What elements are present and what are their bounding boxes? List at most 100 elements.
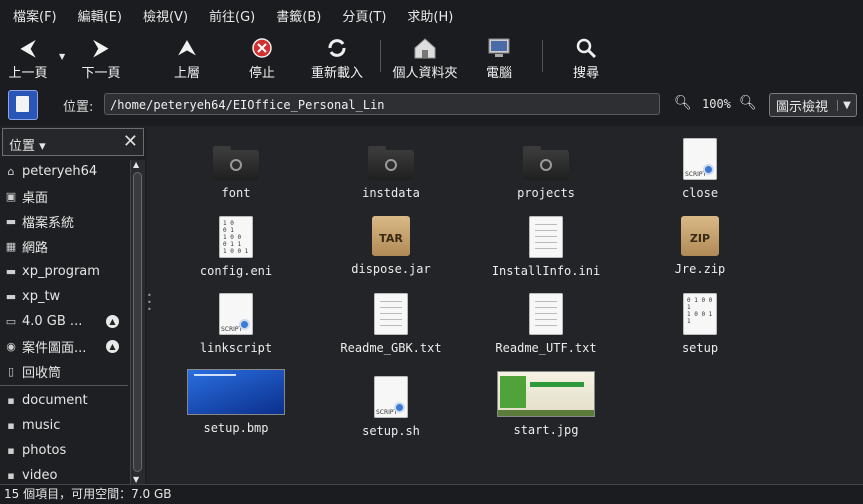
folder-icon: ▪: [7, 469, 15, 482]
file-item[interactable]: SCRIPT close: [623, 138, 777, 200]
file-item[interactable]: Readme_GBK.txt: [314, 293, 468, 355]
sidebar-header[interactable]: 位置 ▾ ✕: [2, 128, 144, 156]
view-mode-label: 圖示檢視: [776, 99, 829, 115]
folder-icon: ▪: [7, 419, 15, 432]
stop-button[interactable]: 停止: [241, 34, 283, 81]
search-button[interactable]: 搜尋: [568, 34, 604, 81]
desktop-icon: ▣: [5, 190, 17, 203]
sidebar-item-home[interactable]: ⌂ peteryeh64: [0, 159, 130, 184]
zip-archive-icon: ZIP: [681, 216, 719, 256]
script-file-icon: SCRIPT: [683, 138, 717, 180]
binary-file-icon: 0 1 0 0 11 0 0 1 1: [683, 293, 717, 335]
text-file-icon: [529, 216, 563, 258]
location-label: 位置:: [63, 100, 94, 115]
search-icon: [574, 34, 598, 62]
eject-icon[interactable]: ▲: [106, 340, 119, 353]
file-item[interactable]: 0 1 0 0 11 0 0 1 1 setup: [623, 293, 777, 355]
pane-resize-handle[interactable]: • • •: [147, 292, 152, 316]
tar-archive-icon: TAR: [372, 216, 410, 256]
sidebar-item-filesystem[interactable]: ▬ 檔案系統: [0, 209, 130, 234]
forward-button[interactable]: ⮞ 下一頁: [78, 34, 124, 82]
computer-icon: [486, 34, 512, 62]
menu-edit[interactable]: 編輯(E): [65, 6, 130, 25]
sidebar-item-xp-program[interactable]: ▬ xp_program: [0, 259, 130, 284]
close-sidebar-icon[interactable]: ✕: [123, 131, 138, 152]
drive-icon: ▬: [5, 265, 17, 278]
text-file-icon: [529, 293, 563, 335]
menu-tabs[interactable]: 分頁(T): [329, 6, 394, 25]
location-path-field[interactable]: /home/peteryeh64/EIOffice_Personal_Lin: [104, 93, 660, 115]
sidebar-bookmark-photos[interactable]: ▪ photos: [0, 438, 130, 463]
file-item[interactable]: SCRIPT setup.sh: [314, 376, 468, 438]
drive-icon: ▬: [5, 215, 17, 228]
file-item[interactable]: Readme_UTF.txt: [469, 293, 623, 355]
menu-bookmarks[interactable]: 書籤(B): [263, 6, 329, 25]
file-item[interactable]: ZIP Jre.zip: [623, 216, 777, 276]
script-file-icon: SCRIPT: [374, 376, 408, 418]
text-file-icon: [374, 293, 408, 335]
scroll-down-icon[interactable]: ▼: [133, 475, 139, 484]
chevron-down-icon: ▼: [837, 99, 856, 111]
menu-file[interactable]: 檔案(F): [0, 6, 65, 25]
file-item[interactable]: 1 00 11 0 00 1 11 0 0 1 config.eni: [159, 216, 313, 278]
sidebar-item-trash[interactable]: ▯ 回收筒: [0, 359, 130, 384]
removable-drive-icon: ▭: [5, 315, 17, 328]
zoom-out-icon[interactable]: 🔍︎: [674, 95, 692, 111]
menu-go[interactable]: 前往(G): [196, 6, 263, 25]
sidebar-item-network[interactable]: ▦ 網路: [0, 234, 130, 259]
toolbar: ⮜ 上一頁 ▼ ⮞ 下一頁 ⮝ 上層 停止 重新載入 個人資料夾 電腦 搜尋: [0, 30, 863, 84]
menu-view[interactable]: 檢視(V): [130, 6, 196, 25]
sidebar-item-desktop[interactable]: ▣ 桌面: [0, 184, 130, 209]
computer-button[interactable]: 電腦: [482, 34, 516, 81]
file-item[interactable]: setup.bmp: [159, 369, 313, 435]
folder-icon: [368, 146, 414, 180]
zoom-in-icon[interactable]: 🔍︎: [739, 95, 757, 111]
scrollbar-thumb[interactable]: [133, 172, 142, 472]
menu-help[interactable]: 求助(H): [394, 6, 461, 25]
network-icon: ▦: [5, 240, 17, 253]
folder-icon: ▪: [7, 444, 15, 457]
sidebar-bookmark-document[interactable]: ▪ document: [0, 388, 130, 413]
trash-icon: ▯: [7, 365, 15, 378]
file-manager-icon: [8, 90, 38, 120]
home-folder-icon: [412, 34, 438, 62]
file-item[interactable]: TAR dispose.jar: [314, 216, 468, 276]
zoom-level[interactable]: 100%: [702, 97, 731, 111]
status-bar: 15 個項目，可用空間：7.0 GB: [0, 484, 863, 504]
binary-file-icon: 1 00 11 0 00 1 11 0 0 1: [219, 216, 253, 258]
sidebar-scrollbar[interactable]: ▲ ▼: [130, 160, 145, 484]
menu-bar: 檔案(F) 編輯(E) 檢視(V) 前往(G) 書籤(B) 分頁(T) 求助(H…: [0, 0, 863, 30]
drive-icon: ▬: [5, 290, 17, 303]
scroll-up-icon[interactable]: ▲: [133, 160, 139, 169]
eject-icon[interactable]: ▲: [106, 315, 119, 328]
up-button[interactable]: ⮝ 上層: [166, 34, 208, 82]
sidebar: 位置 ▾ ✕ ⌂ peteryeh64 ▣ 桌面 ▬ 檔案系統 ▦ 網路 ▬ x…: [0, 128, 147, 484]
image-thumbnail: [497, 371, 595, 417]
location-bar: 位置: /home/peteryeh64/EIOffice_Personal_L…: [0, 84, 863, 126]
sidebar-divider: [0, 385, 128, 386]
sidebar-item-xp-tw[interactable]: ▬ xp_tw: [0, 284, 130, 309]
file-item[interactable]: projects: [469, 140, 623, 200]
folder-icon: [523, 146, 569, 180]
back-history-dropdown-icon[interactable]: ▼: [59, 52, 65, 61]
stop-icon: [251, 34, 273, 62]
sidebar-title: 位置 ▾: [9, 139, 46, 154]
script-file-icon: SCRIPT: [219, 293, 253, 335]
home-button[interactable]: 個人資料夾: [390, 34, 460, 81]
arrow-left-icon: ⮜: [20, 35, 36, 61]
arrow-up-icon: ⮝: [177, 35, 197, 61]
sidebar-bookmark-music[interactable]: ▪ music: [0, 413, 130, 438]
view-mode-select[interactable]: 圖示檢視 ▼: [769, 93, 857, 117]
back-button[interactable]: ⮜ 上一頁: [6, 34, 50, 82]
file-item[interactable]: SCRIPT linkscript: [159, 293, 313, 355]
optical-disc-icon: ◉: [6, 340, 16, 353]
file-item[interactable]: start.jpg: [469, 371, 623, 437]
reload-icon: [324, 34, 350, 62]
file-item[interactable]: font: [159, 140, 313, 200]
file-item[interactable]: instdata: [314, 140, 468, 200]
reload-button[interactable]: 重新載入: [308, 34, 366, 81]
home-icon: ⌂: [7, 165, 15, 178]
toolbar-separator: [380, 40, 381, 72]
file-item[interactable]: InstallInfo.ini: [469, 216, 623, 278]
arrow-right-icon: ⮞: [93, 35, 109, 61]
